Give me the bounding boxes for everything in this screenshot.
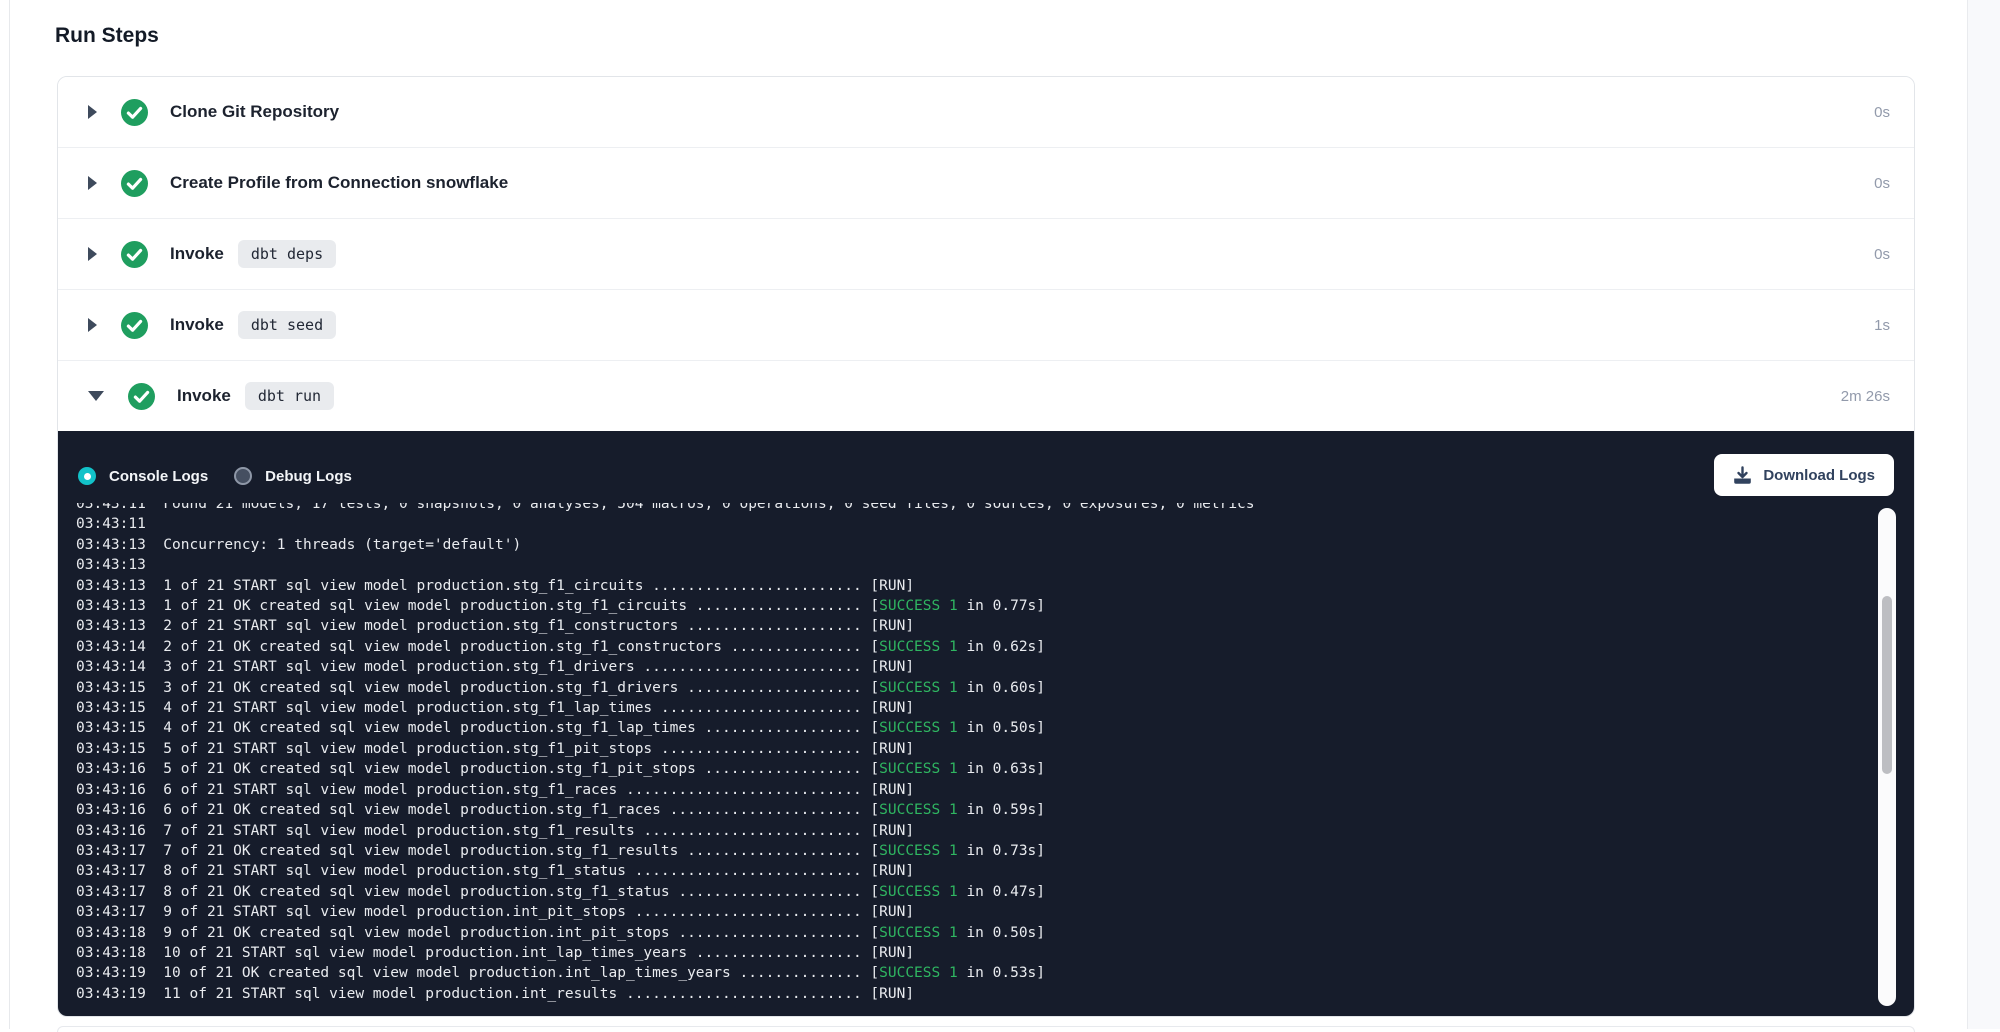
step-command-badge: dbt seed <box>238 311 336 339</box>
log-line: 03:43:13 1 of 21 START sql view model pr… <box>76 576 1876 596</box>
log-line: 03:43:17 8 of 21 OK created sql view mod… <box>76 882 1876 902</box>
download-icon <box>1733 466 1752 485</box>
expand-caret-icon[interactable] <box>88 105 97 119</box>
success-check-icon <box>121 99 148 126</box>
expand-caret-icon[interactable] <box>88 176 97 190</box>
log-line: 03:43:16 5 of 21 OK created sql view mod… <box>76 759 1876 779</box>
log-line: 03:43:15 5 of 21 START sql view model pr… <box>76 739 1876 759</box>
step-command-badge: dbt run <box>245 382 334 410</box>
log-line: 03:43:16 6 of 21 OK created sql view mod… <box>76 800 1876 820</box>
expand-caret-icon[interactable] <box>88 391 104 401</box>
debug-logs-radio[interactable] <box>234 467 252 485</box>
next-card-top-edge <box>57 1026 1915 1032</box>
run-step-row[interactable]: Invoke dbt seed 1s <box>58 289 1914 360</box>
log-line: 03:43:13 2 of 21 START sql view model pr… <box>76 616 1876 636</box>
console-logs-option[interactable]: Console Logs <box>78 467 208 485</box>
debug-logs-option[interactable]: Debug Logs <box>234 467 352 485</box>
log-line: 03:43:11 <box>76 514 1876 534</box>
success-check-icon <box>121 241 148 268</box>
success-check-icon <box>128 383 155 410</box>
step-duration: 0s <box>1874 246 1890 263</box>
console-logs-radio[interactable] <box>78 467 96 485</box>
log-line: 03:43:18 10 of 21 START sql view model p… <box>76 943 1876 963</box>
expand-caret-icon[interactable] <box>88 247 97 261</box>
step-label: Invoke <box>177 386 231 406</box>
log-line: 03:43:14 3 of 21 START sql view model pr… <box>76 657 1876 677</box>
log-line: 03:43:15 4 of 21 OK created sql view mod… <box>76 718 1876 738</box>
download-logs-button-label: Download Logs <box>1763 467 1875 484</box>
log-line: 03:43:13 <box>76 555 1876 575</box>
log-line: 03:43:19 11 of 21 START sql view model p… <box>76 984 1876 1004</box>
step-logs-panel: Console Logs Debug Logs Download Logs 03… <box>58 431 1914 1016</box>
step-duration: 0s <box>1874 175 1890 192</box>
log-line: 03:43:18 9 of 21 OK created sql view mod… <box>76 923 1876 943</box>
run-steps-card: Clone Git Repository 0s Create Profile f… <box>57 76 1915 1017</box>
log-line: 03:43:19 10 of 21 OK created sql view mo… <box>76 963 1876 983</box>
log-line: 03:43:17 7 of 21 OK created sql view mod… <box>76 841 1876 861</box>
log-scrollbar-track[interactable] <box>1878 508 1896 1006</box>
left-panel-divider <box>9 0 10 1029</box>
log-line: 03:43:16 7 of 21 START sql view model pr… <box>76 821 1876 841</box>
log-line: 03:43:11 Found 21 models, 17 tests, 0 sn… <box>76 503 1876 514</box>
run-step-row[interactable]: Invoke dbt deps 0s <box>58 218 1914 289</box>
run-step-row[interactable]: Create Profile from Connection snowflake… <box>58 147 1914 218</box>
log-line: 03:43:17 9 of 21 START sql view model pr… <box>76 902 1876 922</box>
log-scrollbar-thumb[interactable] <box>1882 596 1892 774</box>
success-check-icon <box>121 170 148 197</box>
step-command-badge: dbt deps <box>238 240 336 268</box>
run-step-row[interactable]: Invoke dbt run 2m 26s <box>58 360 1914 431</box>
expand-caret-icon[interactable] <box>88 318 97 332</box>
log-line: 03:43:13 Concurrency: 1 threads (target=… <box>76 535 1876 555</box>
page-title: Run Steps <box>55 24 159 48</box>
console-logs-label[interactable]: Console Logs <box>109 468 208 485</box>
log-type-radio-group: Console Logs Debug Logs <box>78 467 352 485</box>
log-line: 03:43:16 6 of 21 START sql view model pr… <box>76 780 1876 800</box>
run-steps-list: Clone Git Repository 0s Create Profile f… <box>58 77 1914 431</box>
download-logs-button[interactable]: Download Logs <box>1714 454 1894 496</box>
success-check-icon <box>121 312 148 339</box>
log-line: 03:43:15 4 of 21 START sql view model pr… <box>76 698 1876 718</box>
step-label: Create Profile from Connection snowflake <box>170 173 508 193</box>
step-label: Invoke <box>170 315 224 335</box>
step-duration: 1s <box>1874 317 1890 334</box>
console-log-output[interactable]: 03:43:11 Found 21 models, 17 tests, 0 sn… <box>76 503 1876 1013</box>
step-label: Clone Git Repository <box>170 102 339 122</box>
step-duration: 0s <box>1874 104 1890 121</box>
log-line: 03:43:15 3 of 21 OK created sql view mod… <box>76 678 1876 698</box>
log-line: 03:43:13 1 of 21 OK created sql view mod… <box>76 596 1876 616</box>
debug-logs-label[interactable]: Debug Logs <box>265 468 352 485</box>
log-line: 03:43:17 8 of 21 START sql view model pr… <box>76 861 1876 881</box>
right-side-rail <box>1967 0 2000 1029</box>
run-step-row[interactable]: Clone Git Repository 0s <box>58 77 1914 147</box>
step-label: Invoke <box>170 244 224 264</box>
log-line: 03:43:14 2 of 21 OK created sql view mod… <box>76 637 1876 657</box>
step-duration: 2m 26s <box>1841 388 1890 405</box>
